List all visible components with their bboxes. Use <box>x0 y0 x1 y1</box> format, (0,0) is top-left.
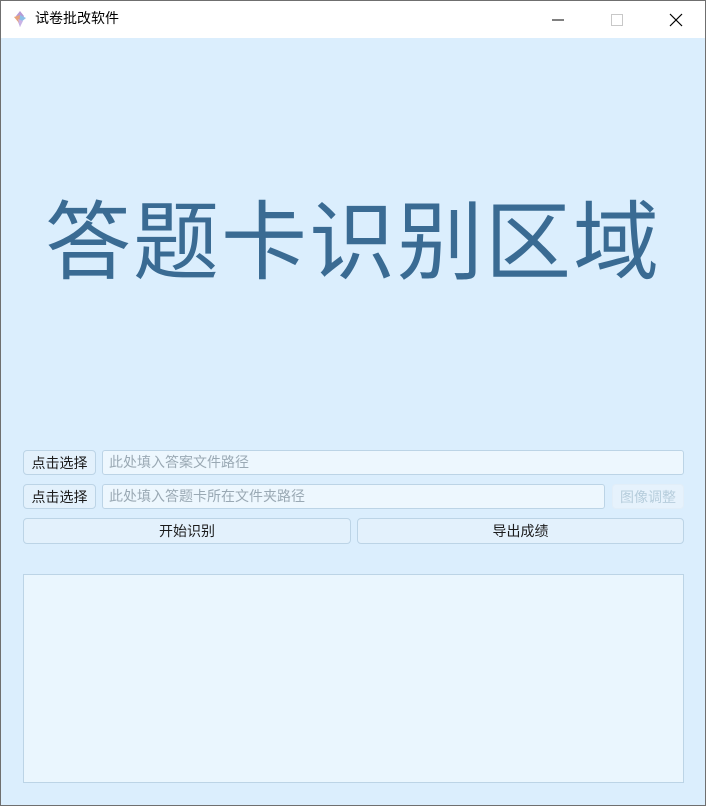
close-button[interactable] <box>647 1 705 38</box>
card-folder-path-input[interactable] <box>102 484 605 509</box>
recognition-area-title: 答题卡识别区域 <box>45 193 661 293</box>
minimize-icon <box>552 19 564 20</box>
title-bar[interactable]: 试卷批改软件 <box>1 1 705 38</box>
start-recognition-button[interactable]: 开始识别 <box>23 518 351 544</box>
client-area: 答题卡识别区域 点击选择 点击选择 图像调整 开始识别 导出成绩 <box>1 38 705 805</box>
answer-file-path-input[interactable] <box>102 450 684 475</box>
minimize-button[interactable] <box>529 1 587 38</box>
select-card-folder-button[interactable]: 点击选择 <box>23 484 96 509</box>
image-adjust-button[interactable]: 图像调整 <box>612 484 684 509</box>
output-log-area[interactable] <box>23 574 684 783</box>
close-icon <box>669 13 683 26</box>
select-answer-file-button[interactable]: 点击选择 <box>23 450 96 475</box>
main-window: 试卷批改软件 答题卡识别区域 点击选择 点击选择 图像调整 开始识别 <box>0 0 706 806</box>
window-title: 试卷批改软件 <box>35 11 119 27</box>
export-scores-button[interactable]: 导出成绩 <box>357 518 684 544</box>
maximize-icon <box>611 13 623 26</box>
maximize-button[interactable] <box>588 1 646 38</box>
app-icon <box>11 10 29 28</box>
